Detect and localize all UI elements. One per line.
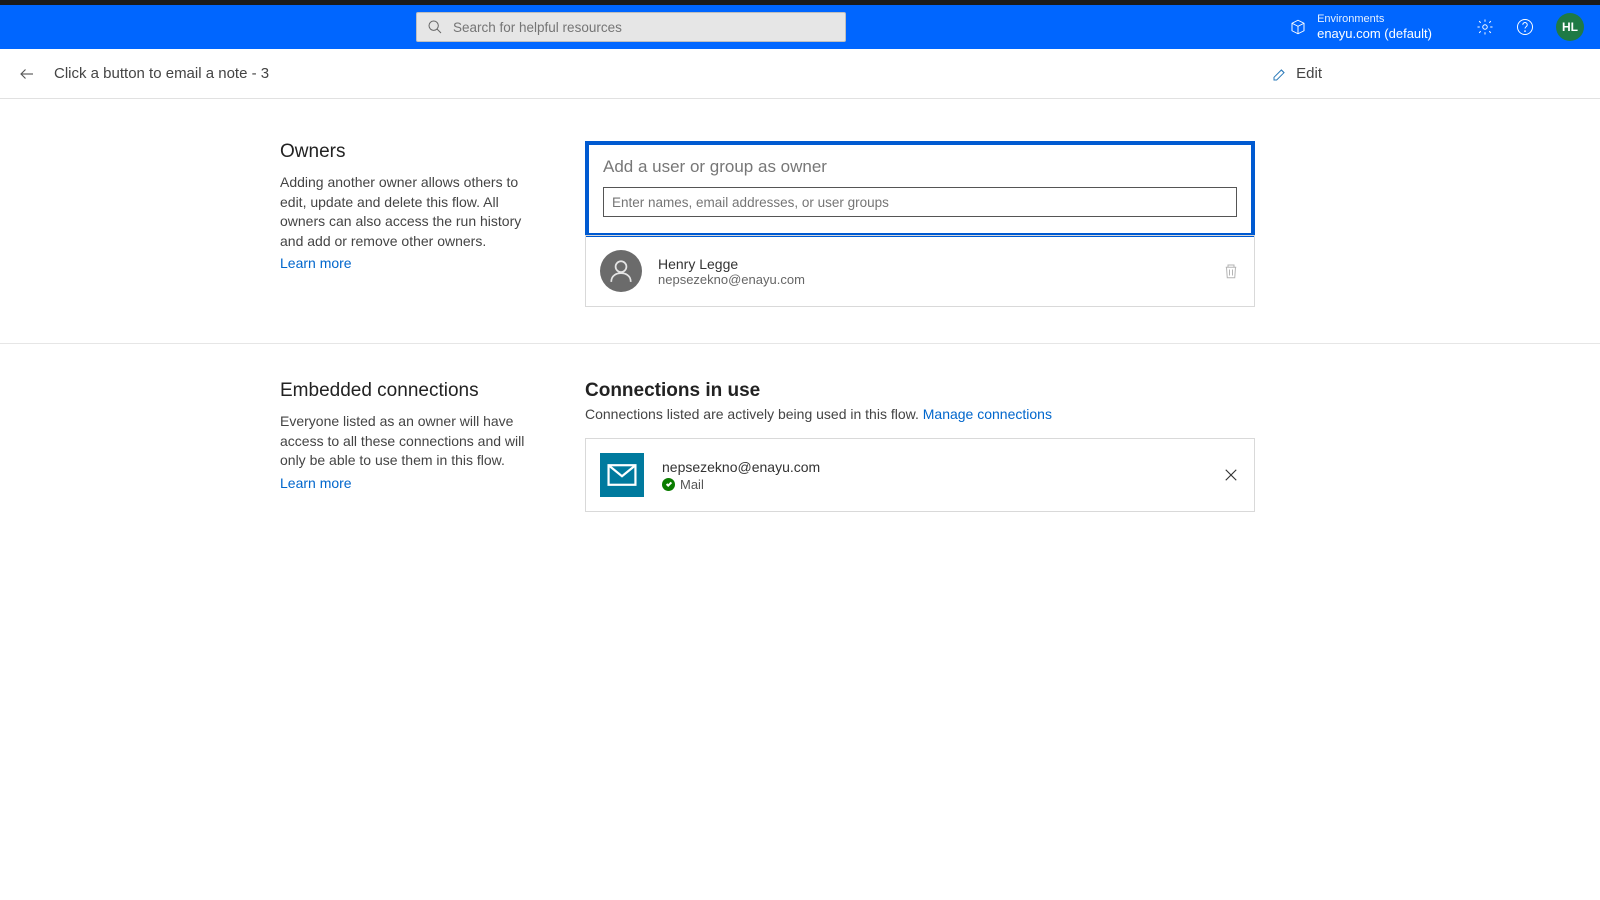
global-search[interactable] bbox=[416, 12, 846, 42]
connections-in-use-desc: Connections listed are actively being us… bbox=[585, 406, 1255, 422]
add-owner-box: Add a user or group as owner bbox=[585, 141, 1255, 237]
connections-description: Everyone listed as an owner will have ac… bbox=[280, 412, 525, 471]
owners-description: Adding another owner allows others to ed… bbox=[280, 173, 525, 251]
mail-icon bbox=[600, 453, 644, 497]
owner-email: nepsezekno@enayu.com bbox=[658, 272, 1206, 287]
environment-icon bbox=[1289, 18, 1307, 36]
delete-owner-button[interactable] bbox=[1222, 261, 1240, 281]
environment-value: enayu.com (default) bbox=[1317, 26, 1432, 42]
environment-picker[interactable]: Environments enayu.com (default) bbox=[1289, 13, 1432, 42]
status-ok-icon bbox=[662, 478, 675, 491]
owners-section: Owners Adding another owner allows other… bbox=[0, 129, 1600, 343]
connections-section: Embedded connections Everyone listed as … bbox=[0, 343, 1600, 548]
owner-name: Henry Legge bbox=[658, 256, 1206, 272]
help-icon[interactable] bbox=[1516, 18, 1534, 36]
connections-in-use-heading: Connections in use bbox=[585, 380, 1255, 402]
add-owner-title: Add a user or group as owner bbox=[603, 157, 1237, 177]
remove-connection-button[interactable] bbox=[1222, 466, 1240, 484]
search-input[interactable] bbox=[453, 20, 835, 35]
edit-label: Edit bbox=[1296, 65, 1322, 82]
user-avatar[interactable]: HL bbox=[1556, 13, 1584, 41]
edit-button[interactable]: Edit bbox=[1272, 65, 1582, 82]
connection-email: nepsezekno@enayu.com bbox=[662, 459, 1204, 475]
edit-icon bbox=[1272, 66, 1288, 82]
connections-learn-more-link[interactable]: Learn more bbox=[280, 475, 352, 491]
owner-row: Henry Legge nepsezekno@enayu.com bbox=[585, 235, 1255, 307]
add-owner-input[interactable] bbox=[603, 187, 1237, 217]
page-subheader: Click a button to email a note - 3 Edit bbox=[0, 49, 1600, 99]
page-title: Click a button to email a note - 3 bbox=[54, 65, 269, 82]
owners-learn-more-link[interactable]: Learn more bbox=[280, 255, 352, 271]
back-button[interactable] bbox=[18, 65, 36, 83]
connection-row: nepsezekno@enayu.com Mail bbox=[585, 438, 1255, 512]
connection-type: Mail bbox=[680, 477, 704, 492]
search-icon bbox=[427, 19, 443, 35]
connections-heading: Embedded connections bbox=[280, 380, 525, 402]
owners-heading: Owners bbox=[280, 141, 525, 163]
app-header: Environments enayu.com (default) HL bbox=[0, 5, 1600, 49]
settings-icon[interactable] bbox=[1476, 18, 1494, 36]
person-icon bbox=[600, 250, 642, 292]
environment-label: Environments bbox=[1317, 13, 1432, 26]
manage-connections-link[interactable]: Manage connections bbox=[923, 406, 1052, 422]
